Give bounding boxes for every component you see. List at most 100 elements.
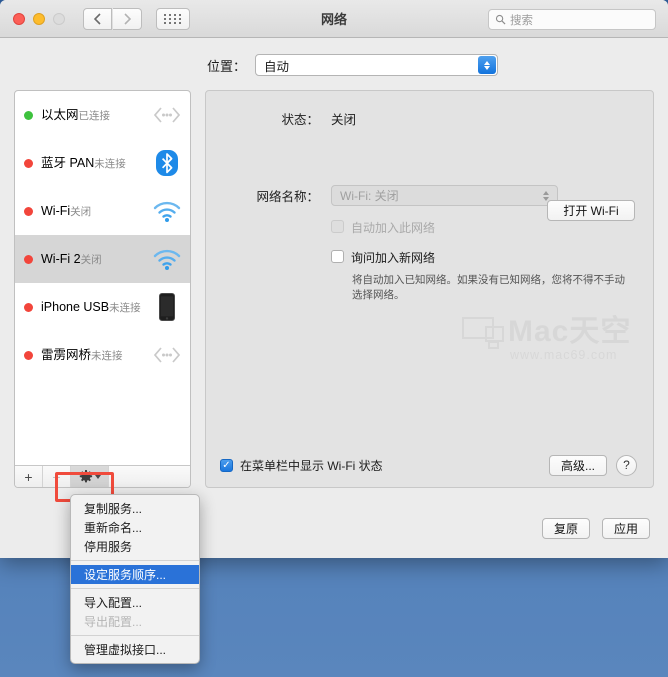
search-field[interactable]: 搜索 bbox=[488, 9, 656, 30]
network-preferences-window: 网络 搜索 位置： 自动 以太网已连接 蓝牙 PAN未连接 Wi-Fi关闭 Wi-Fi… bbox=[0, 0, 668, 558]
chevron-right-icon bbox=[123, 12, 131, 25]
status-indicator-dot bbox=[24, 302, 33, 312]
service-list-item[interactable]: Wi-Fi关闭 bbox=[15, 187, 190, 235]
back-button[interactable] bbox=[83, 7, 112, 30]
zoom-button bbox=[53, 12, 65, 25]
service-name: iPhone USB bbox=[41, 300, 110, 314]
chevron-down-icon bbox=[94, 474, 101, 479]
window-controls bbox=[13, 12, 65, 25]
status-label: 状态： bbox=[281, 113, 319, 127]
search-placeholder: 搜索 bbox=[510, 14, 533, 27]
location-value: 自动 bbox=[264, 59, 290, 74]
remove-service-button: − bbox=[43, 466, 71, 487]
help-button[interactable]: ? bbox=[616, 454, 637, 476]
auto-join-label: 自动加入此网络 bbox=[351, 221, 436, 235]
service-icon bbox=[152, 100, 182, 130]
chevron-updown-icon[interactable] bbox=[478, 56, 497, 74]
service-list-item[interactable]: 以太网已连接 bbox=[15, 91, 190, 139]
status-indicator-dot bbox=[24, 206, 33, 216]
service-icon bbox=[152, 292, 182, 322]
service-icon bbox=[152, 196, 182, 226]
service-name: 雷雳网桥 bbox=[41, 348, 92, 362]
service-list-item[interactable]: 蓝牙 PAN未连接 bbox=[15, 139, 190, 187]
search-icon bbox=[495, 14, 506, 25]
bluetooth-icon bbox=[156, 150, 178, 176]
service-state: 未连接 bbox=[109, 302, 141, 314]
minimize-button[interactable] bbox=[33, 12, 45, 25]
advanced-button[interactable]: 高级... bbox=[548, 454, 607, 476]
thunderbolt-icon bbox=[153, 347, 181, 363]
menu-item[interactable]: 复制服务... bbox=[71, 499, 199, 518]
service-list-item[interactable]: iPhone USB未连接 bbox=[15, 283, 190, 331]
detail-footer: 在菜单栏中显示 Wi-Fi 状态 高级... ? bbox=[206, 443, 653, 487]
network-name-dropdown: Wi-Fi: 关闭 bbox=[331, 185, 558, 206]
menu-item[interactable]: 设定服务顺序... bbox=[71, 565, 199, 584]
menu-separator bbox=[71, 560, 199, 561]
service-text: Wi-Fi关闭 bbox=[41, 202, 152, 220]
service-state: 未连接 bbox=[91, 350, 123, 362]
menu-item[interactable]: 管理虚拟接口... bbox=[71, 640, 199, 659]
service-text: 以太网已连接 bbox=[41, 106, 152, 124]
ask-join-checkbox[interactable] bbox=[331, 250, 344, 263]
service-list-toolbar: + − bbox=[15, 465, 190, 487]
gear-icon bbox=[79, 469, 92, 482]
close-button[interactable] bbox=[13, 12, 25, 25]
apply-button[interactable]: 应用 bbox=[601, 517, 650, 539]
status-indicator-dot bbox=[24, 254, 33, 264]
status-value: 关闭 bbox=[331, 113, 357, 127]
service-name: Wi-Fi 2 bbox=[41, 252, 81, 266]
show-wifi-status-row[interactable]: 在菜单栏中显示 Wi-Fi 状态 bbox=[220, 457, 549, 474]
wifi-icon bbox=[153, 201, 181, 222]
service-icon bbox=[152, 148, 182, 178]
window-titlebar: 网络 搜索 bbox=[0, 0, 668, 38]
join-hint-text: 将自动加入已知网络。如果没有已知网络，您将不得不手动选择网络。 bbox=[352, 274, 625, 301]
service-text: 蓝牙 PAN未连接 bbox=[41, 154, 152, 172]
service-text: Wi-Fi 2关闭 bbox=[41, 250, 152, 268]
ask-join-checkbox-row[interactable]: 询问加入新网络 bbox=[206, 249, 653, 266]
service-list-item[interactable]: Wi-Fi 2关闭 bbox=[15, 235, 190, 283]
chevron-left-icon bbox=[94, 12, 101, 25]
network-name-label: 网络名称： bbox=[256, 190, 319, 204]
service-icon bbox=[152, 340, 182, 370]
service-icon bbox=[152, 244, 182, 274]
menu-separator bbox=[71, 635, 199, 636]
navigation-buttons bbox=[83, 7, 142, 30]
location-label: 位置： bbox=[207, 58, 247, 74]
status-row: 状态： 关闭 bbox=[206, 109, 653, 128]
service-state: 关闭 bbox=[70, 206, 92, 218]
location-dropdown[interactable]: 自动 bbox=[255, 54, 499, 76]
forward-button[interactable] bbox=[113, 7, 142, 30]
revert-button[interactable]: 复原 bbox=[541, 517, 590, 539]
auto-join-checkbox-row: 自动加入此网络 bbox=[206, 219, 653, 236]
turn-wifi-on-button[interactable]: 打开 Wi-Fi bbox=[547, 200, 635, 221]
service-state: 未连接 bbox=[94, 158, 126, 170]
service-list-item[interactable]: 雷雳网桥未连接 bbox=[15, 331, 190, 379]
auto-join-checkbox bbox=[331, 220, 344, 233]
service-name: Wi-Fi bbox=[41, 204, 71, 218]
service-state: 关闭 bbox=[80, 254, 102, 266]
add-service-button[interactable]: + bbox=[15, 466, 43, 487]
menu-item[interactable]: 导入配置... bbox=[71, 593, 199, 612]
service-state: 已连接 bbox=[78, 110, 111, 122]
status-indicator-dot bbox=[24, 158, 33, 168]
wifi-detail-panel: 状态： 关闭 网络名称： Wi-Fi: 关闭 自动加入此网络 询问加入新网络 将… bbox=[205, 90, 654, 488]
menu-item[interactable]: 停用服务 bbox=[71, 537, 199, 556]
menu-item[interactable]: 重新命名... bbox=[71, 518, 199, 537]
network-name-value: Wi-Fi: 关闭 bbox=[340, 189, 399, 203]
show-wifi-status-label: 在菜单栏中显示 Wi-Fi 状态 bbox=[240, 458, 383, 473]
service-actions-menu[interactable]: 复制服务... 重新命名... 停用服务设定服务顺序... 导入配置... 导出配置..… bbox=[70, 494, 200, 664]
location-row: 位置： 自动 bbox=[0, 54, 668, 76]
service-actions-button[interactable] bbox=[71, 466, 109, 487]
service-text: 雷雳网桥未连接 bbox=[41, 346, 152, 364]
service-list: 以太网已连接 蓝牙 PAN未连接 Wi-Fi关闭 Wi-Fi 2关闭 iPhone US… bbox=[15, 91, 190, 465]
show-all-button[interactable] bbox=[156, 7, 190, 30]
status-indicator-dot bbox=[24, 350, 33, 360]
content-area: 以太网已连接 蓝牙 PAN未连接 Wi-Fi关闭 Wi-Fi 2关闭 iPhone US… bbox=[14, 90, 654, 488]
service-list-panel: 以太网已连接 蓝牙 PAN未连接 Wi-Fi关闭 Wi-Fi 2关闭 iPhone US… bbox=[14, 90, 191, 488]
chevron-updown-icon bbox=[543, 190, 549, 201]
menu-item: 导出配置... bbox=[84, 615, 143, 629]
menu-separator bbox=[71, 588, 199, 589]
service-name: 蓝牙 PAN bbox=[41, 156, 95, 170]
ask-join-label: 询问加入新网络 bbox=[351, 251, 436, 265]
show-wifi-status-checkbox[interactable] bbox=[220, 459, 233, 472]
